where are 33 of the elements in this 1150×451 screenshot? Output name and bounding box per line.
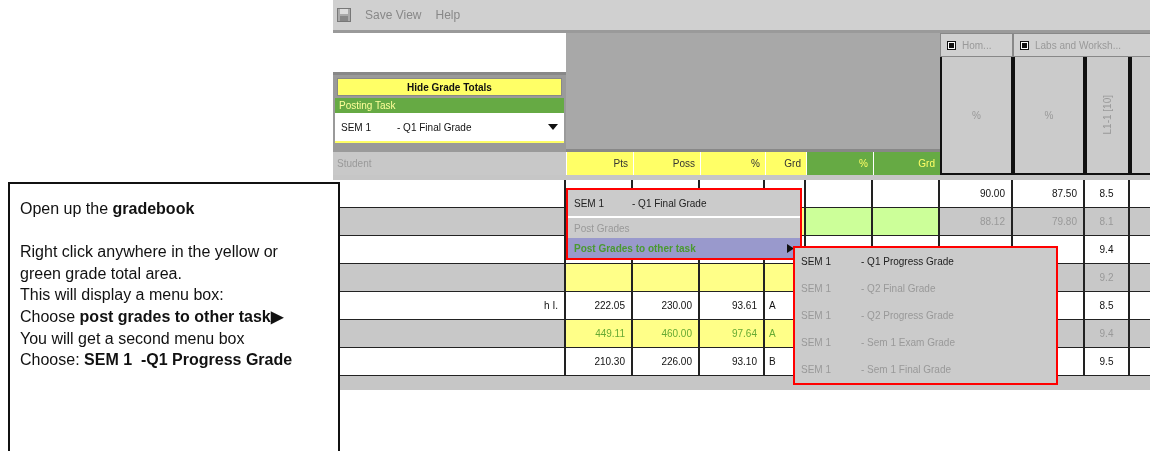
menu-item[interactable]: Save View (365, 8, 422, 22)
column-header[interactable]: Poss (633, 152, 700, 175)
task-label: Posting Task (335, 98, 564, 113)
column-header[interactable]: Grd (873, 152, 940, 175)
expand-icon[interactable] (947, 40, 956, 50)
hide-totals-button[interactable]: Hide Grade Totals (337, 78, 562, 96)
column-header[interactable]: Pts (566, 152, 633, 175)
table-cell: 93.10 (700, 348, 765, 375)
table-cell: 97.64 (700, 320, 765, 347)
submenu-arrow-icon (787, 243, 794, 253)
menu-title: SEM 1 - Q1 Final Grade (568, 190, 800, 218)
column-header[interactable]: Grd (765, 152, 806, 175)
instruction-text: Choose post grades to other task▶ (20, 306, 285, 327)
table-cell: 210.30 (566, 348, 633, 375)
dropdown-arrow-icon (548, 124, 558, 130)
instruction-text: Open up the gradebook (20, 199, 196, 219)
instruction-text: Right click anywhere in the yellow or green grade total area. (20, 242, 279, 284)
expand-icon[interactable] (1020, 40, 1029, 50)
table-cell: 9.5 (1085, 348, 1130, 375)
column-header[interactable]: % (1013, 57, 1085, 175)
instruction-text: Choose: SEM 1 -Q1 Progress Grade (20, 350, 294, 371)
table-cell: 460.00 (633, 320, 700, 347)
menu-item[interactable]: Help (435, 8, 461, 22)
instruction-text: You will get a second menu box (20, 328, 246, 349)
save-icon[interactable] (337, 8, 351, 22)
column-header[interactable]: % (940, 57, 1013, 175)
task-dropdown[interactable]: SEM 1 - Q1 Final Grade (335, 113, 564, 143)
instruction-text: This will display a menu box: (20, 285, 225, 306)
column-header[interactable]: % (700, 152, 765, 175)
column-header[interactable]: % (806, 152, 873, 175)
table-cell: 449.11 (566, 320, 633, 347)
table-cell: 226.00 (633, 348, 700, 375)
menu-item[interactable]: Post Grades to other task (568, 238, 800, 258)
